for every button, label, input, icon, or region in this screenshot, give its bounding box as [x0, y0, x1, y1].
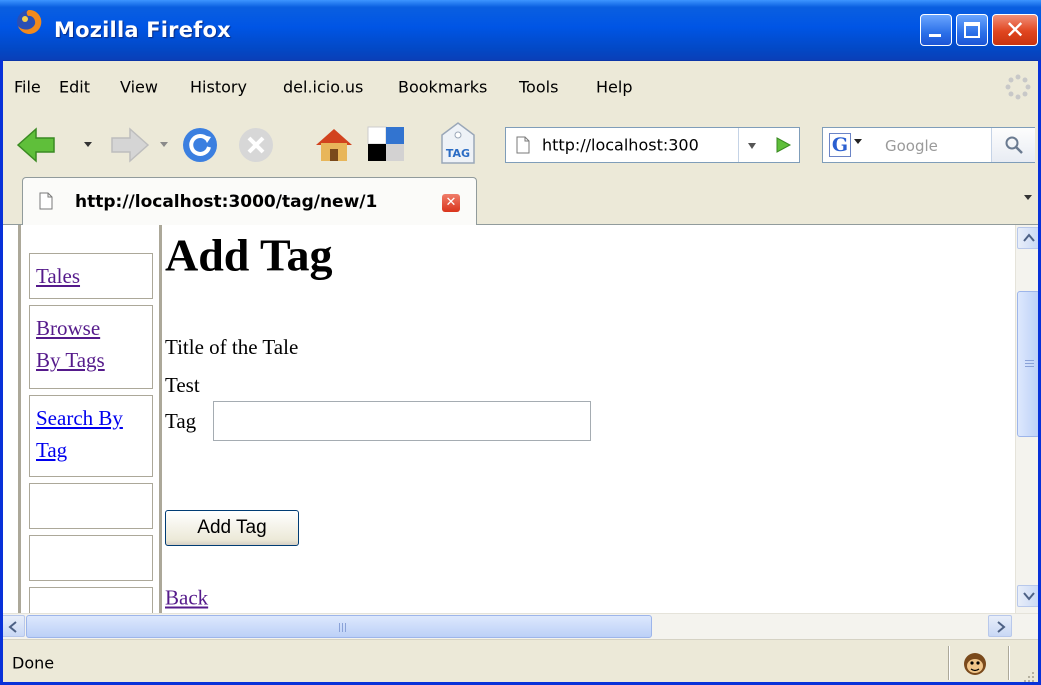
window-border [0, 60, 3, 685]
menu-bookmarks[interactable]: Bookmarks [398, 78, 487, 97]
title-label: Title of the Tale [165, 335, 299, 359]
search-bar[interactable]: G Google [822, 127, 1035, 163]
scroll-left-button[interactable] [1, 615, 25, 637]
maximize-button[interactable] [956, 14, 988, 46]
home-icon[interactable] [312, 123, 356, 165]
go-arrow-icon [776, 137, 792, 153]
back-icon[interactable] [14, 125, 64, 165]
main-frame: Add Tag Title of the Tale Test Tag Add T… [165, 225, 1015, 613]
back-link[interactable]: Back [165, 586, 208, 611]
scroll-down-button[interactable] [1017, 585, 1040, 607]
vertical-scroll-thumb[interactable] [1017, 291, 1040, 437]
sidebar-link-browse-by-tags[interactable]: Browse By Tags [30, 306, 126, 376]
menu-file[interactable]: File [14, 78, 41, 97]
chevron-left-icon [8, 621, 17, 633]
page-title: Add Tag [165, 229, 333, 281]
menu-bar: File Edit View History del.icio.us Bookm… [0, 61, 1041, 113]
sidebar-link-search-by-tag[interactable]: Search By Tag [30, 396, 152, 466]
tab-strip: http://localhost:3000/tag/new/1 ✕ [0, 173, 1041, 225]
close-button[interactable]: ✕ [992, 14, 1038, 46]
tag-label: Tag [165, 409, 197, 433]
tab-active[interactable]: http://localhost:3000/tag/new/1 ✕ [22, 177, 477, 225]
search-engine-selector[interactable]: G [829, 133, 851, 157]
search-button[interactable] [991, 128, 1035, 162]
menu-history[interactable]: History [190, 78, 247, 97]
menu-delicious[interactable]: del.icio.us [283, 78, 363, 97]
sidebar-cell: Browse By Tags [29, 305, 153, 389]
menu-edit[interactable]: Edit [59, 78, 90, 97]
status-divider [948, 646, 949, 680]
chevron-down-icon [1023, 592, 1035, 601]
scroll-up-button[interactable] [1017, 227, 1040, 249]
status-bar: Done [0, 639, 1041, 685]
forward-history-chevron-icon[interactable] [158, 139, 170, 149]
google-icon: G [831, 134, 849, 156]
tag-icon[interactable]: TAG [436, 121, 480, 167]
reload-icon[interactable] [180, 125, 220, 165]
navigation-toolbar: TAG http://localhost:300 G Google [0, 113, 1041, 173]
close-icon: ✕ [1004, 16, 1026, 44]
tag-input[interactable] [213, 401, 591, 441]
page-icon [516, 136, 530, 154]
title-value: Test [165, 373, 200, 397]
url-bar[interactable]: http://localhost:300 [505, 127, 800, 163]
sidebar-link-tales[interactable]: Tales [30, 254, 152, 292]
tab-list-chevron-icon[interactable] [1024, 195, 1032, 200]
sidebar-cell: Tales [29, 253, 153, 299]
page-icon [39, 192, 53, 210]
browser-window: Mozilla Firefox ✕ File Edit View History… [0, 0, 1041, 685]
url-history-dropdown[interactable] [738, 128, 764, 162]
menu-help[interactable]: Help [596, 78, 632, 97]
add-tag-button[interactable]: Add Tag [165, 510, 299, 546]
menu-view[interactable]: View [120, 78, 158, 97]
greasemonkey-icon[interactable] [962, 650, 988, 676]
url-input[interactable]: http://localhost:300 [542, 136, 699, 155]
grip-icon [1025, 360, 1034, 361]
sidebar-cell-empty [29, 535, 153, 581]
title-bar[interactable]: Mozilla Firefox ✕ [0, 0, 1041, 61]
tab-close-button[interactable]: ✕ [442, 194, 460, 212]
tab-title: http://localhost:3000/tag/new/1 [75, 192, 378, 212]
sidebar-frame: Tales Browse By Tags Search By Tag [18, 225, 162, 633]
chevron-right-icon [997, 621, 1006, 633]
sidebar-cell: Search By Tag [29, 395, 153, 477]
maximize-icon [964, 22, 980, 38]
window-title: Mozilla Firefox [54, 18, 231, 42]
minimize-icon [929, 34, 941, 37]
firefox-icon [17, 9, 42, 34]
sidebar-cell-empty [29, 483, 153, 529]
delicious-icon[interactable] [366, 125, 406, 163]
chevron-down-icon [748, 143, 756, 149]
menu-tools[interactable]: Tools [519, 78, 558, 97]
status-divider [1008, 646, 1009, 680]
status-text: Done [12, 653, 55, 673]
horizontal-scroll-thumb[interactable] [26, 615, 652, 638]
add-tag-button-label: Add Tag [197, 517, 267, 538]
chevron-up-icon [1023, 233, 1035, 242]
magnifier-icon [1005, 136, 1023, 154]
minimize-button[interactable] [920, 14, 952, 46]
go-button[interactable] [768, 128, 798, 162]
search-input[interactable]: Google [885, 137, 938, 155]
tag-icon-label: TAG [446, 147, 470, 160]
forward-icon[interactable] [102, 125, 152, 165]
throbber-icon [1005, 74, 1031, 100]
chevron-down-icon[interactable] [854, 139, 862, 144]
back-history-chevron-icon[interactable] [82, 139, 94, 149]
stop-icon[interactable] [236, 125, 276, 165]
scroll-right-button[interactable] [988, 615, 1012, 637]
grip-icon [339, 623, 340, 632]
content-viewport: Tales Browse By Tags Search By Tag Add T… [0, 225, 1041, 633]
horizontal-scrollbar[interactable] [0, 613, 1041, 639]
close-icon: ✕ [445, 195, 457, 210]
